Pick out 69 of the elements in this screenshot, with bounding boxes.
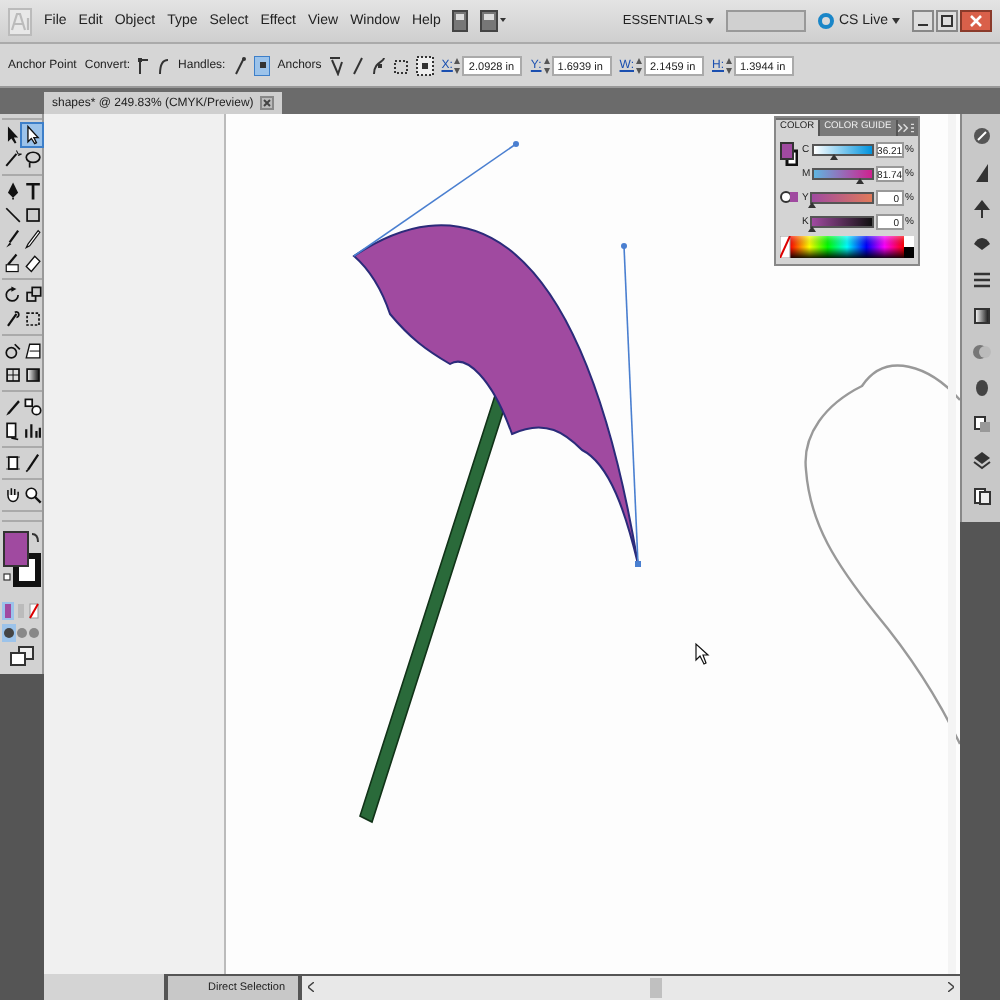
hollow-arrow-icon[interactable] xyxy=(21,124,41,146)
brushes-icon[interactable] xyxy=(971,234,991,254)
swatches-icon[interactable] xyxy=(971,198,991,218)
zoom-icon[interactable] xyxy=(21,484,41,506)
blend-icon[interactable] xyxy=(21,396,41,418)
color-mode-icons[interactable] xyxy=(1,602,41,620)
document-icon[interactable] xyxy=(452,10,469,32)
color-spectrum-bar[interactable] xyxy=(780,236,914,258)
app-logo-icon xyxy=(8,7,32,35)
minimize-icon[interactable] xyxy=(912,10,934,32)
gradient-icon[interactable] xyxy=(971,306,991,326)
stroke-icon[interactable] xyxy=(971,270,991,290)
mouse-pointer-icon xyxy=(695,642,710,665)
caret-icon xyxy=(892,18,900,24)
out-of-gamut-icon[interactable] xyxy=(780,190,798,204)
hide-handles-icon[interactable] xyxy=(253,55,270,75)
scroll-left-icon[interactable] xyxy=(308,982,314,992)
screen-mode-icon[interactable] xyxy=(9,646,33,666)
connect-path-icon[interactable] xyxy=(351,55,364,75)
caret-icon xyxy=(706,18,715,24)
drawing-mode-icons[interactable] xyxy=(1,624,41,642)
close-icon[interactable] xyxy=(259,96,274,110)
reference-point-icon[interactable] xyxy=(415,55,434,75)
arrange-documents-icon[interactable] xyxy=(480,10,507,32)
horizontal-scrollbar[interactable] xyxy=(302,975,960,999)
shape-builder-icon[interactable] xyxy=(1,340,21,362)
search-field[interactable] xyxy=(726,10,807,32)
graphic-styles-icon[interactable] xyxy=(971,414,991,434)
artboards-icon[interactable] xyxy=(971,486,991,506)
transform-icon[interactable] xyxy=(21,308,41,330)
warp-icon[interactable] xyxy=(1,308,21,330)
magic-wand-icon[interactable] xyxy=(1,148,21,170)
panel-menu-icon[interactable] xyxy=(897,121,914,133)
cs-live-icon xyxy=(818,12,835,30)
show-handles-icon[interactable] xyxy=(233,55,246,75)
fill-stroke-swatch-icon[interactable] xyxy=(780,142,798,166)
color-icon[interactable] xyxy=(971,126,991,146)
scale-icon[interactable] xyxy=(21,284,41,306)
type-icon[interactable] xyxy=(21,180,41,202)
blob-brush-icon[interactable] xyxy=(1,252,21,274)
brush-icon[interactable] xyxy=(1,228,21,250)
bar-graph-icon[interactable] xyxy=(21,420,41,442)
smooth-point-icon[interactable] xyxy=(158,55,171,75)
maximize-icon[interactable] xyxy=(936,10,958,32)
mesh-icon[interactable] xyxy=(1,364,21,386)
color-guide-icon[interactable] xyxy=(971,162,991,182)
lasso-icon[interactable] xyxy=(21,148,41,170)
scroll-thumb[interactable] xyxy=(650,977,663,997)
eyedropper-icon[interactable] xyxy=(1,396,21,418)
transparency-icon[interactable] xyxy=(971,342,991,362)
isolate-icon[interactable] xyxy=(393,55,408,75)
scroll-right-icon[interactable] xyxy=(948,982,954,992)
corner-point-icon[interactable] xyxy=(138,55,151,75)
gradient-icon[interactable] xyxy=(21,364,41,386)
line-icon[interactable] xyxy=(1,204,21,226)
hand-icon[interactable] xyxy=(1,484,21,506)
close-icon[interactable] xyxy=(960,10,992,32)
rotate-icon[interactable] xyxy=(1,284,21,306)
artboard-icon[interactable] xyxy=(1,452,21,474)
remove-anchor-icon[interactable] xyxy=(329,55,344,75)
rectangle-icon[interactable] xyxy=(21,204,41,226)
cut-path-icon[interactable] xyxy=(371,55,386,75)
layers-icon[interactable] xyxy=(971,450,991,470)
perspective-grid-icon[interactable] xyxy=(21,340,41,362)
slider-thumb[interactable] xyxy=(808,202,817,208)
slice-icon[interactable] xyxy=(21,452,41,474)
slider-thumb[interactable] xyxy=(808,226,817,232)
symbol-sprayer-icon[interactable] xyxy=(1,420,21,442)
appearance-icon[interactable] xyxy=(971,378,991,398)
